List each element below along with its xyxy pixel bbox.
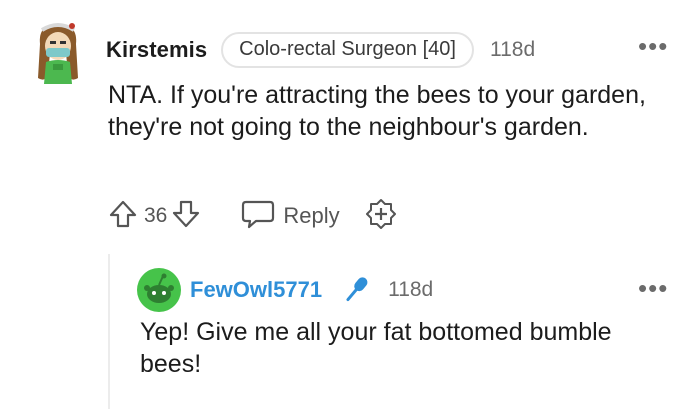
microphone-icon xyxy=(340,274,372,306)
reply-header: FewOwl5771 118d xyxy=(190,272,433,308)
speech-bubble-icon xyxy=(241,199,275,234)
thread-line[interactable] xyxy=(108,254,110,409)
cropped-reply-actions xyxy=(140,402,660,409)
more-dots-icon[interactable]: ••• xyxy=(638,275,668,301)
arrow-up-icon[interactable] xyxy=(108,199,138,234)
comment-author[interactable]: Kirstemis xyxy=(106,37,207,63)
reply-timestamp[interactable]: 118d xyxy=(388,278,433,302)
user-flair: Colo-rectal Surgeon [40] xyxy=(221,32,474,68)
award-button[interactable] xyxy=(364,197,398,236)
more-dots-icon[interactable]: ••• xyxy=(638,33,668,59)
comment-body: NTA. If you're attracting the bees to yo… xyxy=(108,81,646,141)
comment-timestamp[interactable]: 118d xyxy=(490,38,535,62)
comment-actions: 36 Reply xyxy=(108,198,398,234)
avatar-illustration xyxy=(38,23,78,84)
comment-thread: Kirstemis Colo-rectal Surgeon [40] 118d … xyxy=(0,0,700,409)
reply-button[interactable]: Reply xyxy=(241,199,340,234)
vote-count: 36 xyxy=(144,204,168,227)
snoo-avatar-icon xyxy=(137,268,181,312)
reply-label: Reply xyxy=(283,203,340,228)
user-avatar[interactable] xyxy=(28,16,88,86)
reply-author[interactable]: FewOwl5771 xyxy=(190,277,322,303)
comment-header: Kirstemis Colo-rectal Surgeon [40] 118d xyxy=(106,30,535,70)
award-plus-icon xyxy=(364,197,398,236)
arrow-down-icon[interactable] xyxy=(171,199,201,234)
reply-body: Yep! Give me all your fat bottomed bumbl… xyxy=(140,318,612,378)
reply-avatar[interactable] xyxy=(137,268,181,312)
